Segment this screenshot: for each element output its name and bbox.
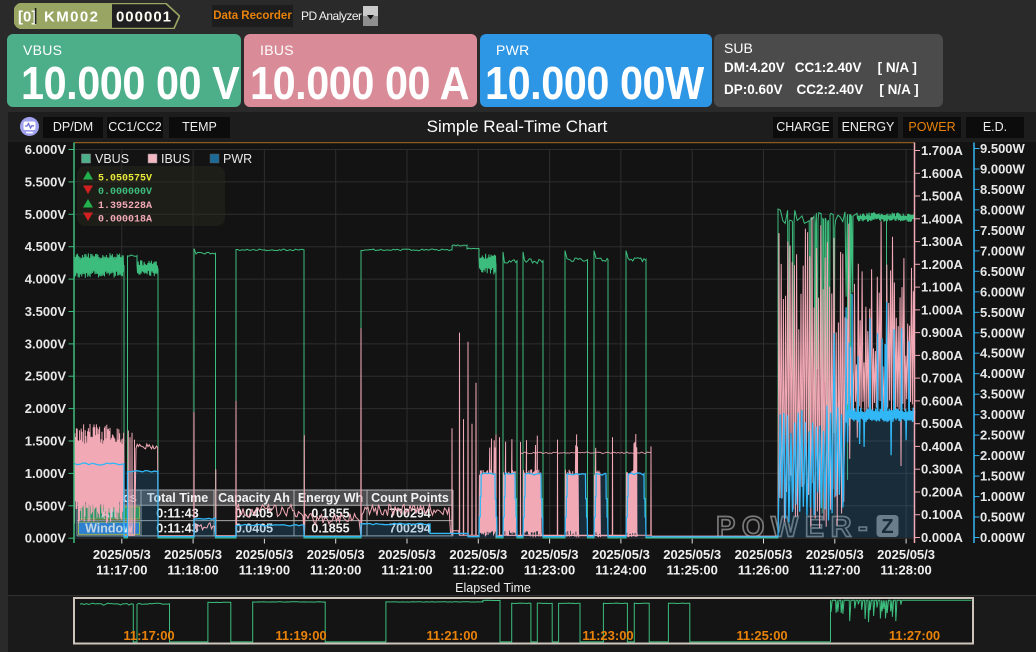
svg-text:0.200A: 0.200A [921,485,964,500]
svg-text:6.000W: 6.000W [980,284,1026,299]
svg-text:2025/05/3: 2025/05/3 [877,547,935,562]
svg-text:0.000000V: 0.000000V [98,187,152,198]
svg-text:11:23:00: 11:23:00 [524,563,575,578]
svg-text:5.050575V: 5.050575V [98,174,152,185]
svg-text:3.500W: 3.500W [980,387,1026,402]
svg-text:2025/05/3: 2025/05/3 [235,547,293,562]
svg-text:0.000018A: 0.000018A [98,215,152,226]
svg-text:1.000W: 1.000W [980,489,1026,504]
svg-text:8.500W: 8.500W [980,182,1026,197]
svg-text:4.000W: 4.000W [980,366,1026,381]
svg-text:11:28:00: 11:28:00 [880,563,931,578]
svg-text:6.000V: 6.000V [25,142,67,157]
svg-text:0.000W: 0.000W [980,530,1026,545]
svg-text:11:21:00: 11:21:00 [426,628,477,643]
svg-text:1.500V: 1.500V [25,434,67,449]
svg-text:1.300A: 1.300A [921,234,964,249]
svg-text:2.500V: 2.500V [25,369,67,384]
svg-text:0.500W: 0.500W [980,510,1026,525]
svg-text:11:25:00: 11:25:00 [667,563,718,578]
svg-text:3.000V: 3.000V [25,336,67,351]
svg-text:0:11:43: 0:11:43 [156,506,198,520]
svg-text:11:25:00: 11:25:00 [736,628,787,643]
svg-text:6.500W: 6.500W [980,264,1026,279]
svg-text:0.100A: 0.100A [921,507,964,522]
svg-text:1.000A: 1.000A [921,302,964,317]
svg-text:11:17:00: 11:17:00 [123,628,174,643]
svg-text:5.000V: 5.000V [25,207,67,222]
svg-text:2025/05/3: 2025/05/3 [663,547,721,562]
svg-text:3.500V: 3.500V [25,304,67,319]
svg-text:0.500A: 0.500A [921,416,964,431]
svg-text:2.000V: 2.000V [25,401,67,416]
svg-text:11:21:00: 11:21:00 [381,563,432,578]
svg-text:1.200A: 1.200A [921,257,964,272]
svg-text:1.500A: 1.500A [921,189,964,204]
svg-text:Capacity Ah: Capacity Ah [218,491,290,505]
svg-text:VBUS: VBUS [95,152,129,166]
svg-text:5.000W: 5.000W [980,325,1026,340]
svg-text:4.500V: 4.500V [25,239,67,254]
svg-text:PWR: PWR [223,152,252,166]
svg-text:0.400A: 0.400A [921,439,964,454]
svg-text:2025/05/3: 2025/05/3 [378,547,436,562]
svg-text:2025/05/3: 2025/05/3 [592,547,650,562]
svg-text:11:18:00: 11:18:00 [167,563,218,578]
svg-text:11:23:00: 11:23:00 [582,628,633,643]
svg-text:KM002: KM002 [44,9,99,26]
svg-text:0.800A: 0.800A [921,348,964,363]
svg-text:7.500W: 7.500W [980,223,1026,238]
svg-text:0.000A: 0.000A [921,530,964,545]
svg-text:2025/05/3: 2025/05/3 [93,547,151,562]
svg-text:IBUS: IBUS [161,152,190,166]
svg-text:1.100A: 1.100A [921,280,964,295]
svg-text:7.000W: 7.000W [980,243,1026,258]
svg-text:11:26:00: 11:26:00 [738,563,789,578]
svg-text:2.500W: 2.500W [980,428,1026,443]
svg-text:11:17:00: 11:17:00 [96,563,147,578]
svg-text:11:20:00: 11:20:00 [310,563,361,578]
svg-text:3.000W: 3.000W [980,407,1026,422]
svg-text:1.000V: 1.000V [25,466,67,481]
svg-text:0.300A: 0.300A [921,462,964,477]
svg-text:000001: 000001 [116,9,172,26]
svg-text:8.000W: 8.000W [980,202,1026,217]
svg-text:2025/05/3: 2025/05/3 [735,547,793,562]
svg-text:2025/05/3: 2025/05/3 [806,547,864,562]
svg-text:11:24:00: 11:24:00 [595,563,646,578]
svg-text:2025/05/3: 2025/05/3 [164,547,222,562]
svg-text:Energy Wh: Energy Wh [298,491,363,505]
svg-text:9.500W: 9.500W [980,142,1026,156]
svg-text:11:27:00: 11:27:00 [809,563,860,578]
svg-text:5.500W: 5.500W [980,305,1026,320]
svg-text:1.700A: 1.700A [921,143,964,158]
svg-text:0.500V: 0.500V [25,498,67,513]
svg-text:4.000V: 4.000V [25,272,67,287]
svg-text:0.600A: 0.600A [921,393,964,408]
svg-text:1.500W: 1.500W [980,469,1026,484]
svg-text:11:27:00: 11:27:00 [889,628,940,643]
svg-text:Count Points: Count Points [371,491,449,505]
svg-text:4.500W: 4.500W [980,346,1026,361]
svg-text:2025/05/3: 2025/05/3 [307,547,365,562]
svg-text:0.900A: 0.900A [921,325,964,340]
svg-text:1.395228A: 1.395228A [98,201,152,212]
svg-text:0:11:43: 0:11:43 [156,522,198,536]
svg-text:11:19:00: 11:19:00 [239,563,290,578]
svg-text:0.000V: 0.000V [25,531,67,546]
svg-text:11:22:00: 11:22:00 [453,563,504,578]
svg-text:2025/05/3: 2025/05/3 [449,547,507,562]
svg-text:1.400A: 1.400A [921,211,964,226]
svg-text:Elapsed Time: Elapsed Time [455,581,531,595]
svg-text:[0]: [0] [18,9,36,26]
svg-text:0.700A: 0.700A [921,371,964,386]
svg-text:1.600A: 1.600A [921,166,964,181]
svg-text:5.500V: 5.500V [25,174,67,189]
svg-text:11:19:00: 11:19:00 [275,628,326,643]
svg-text:9.000W: 9.000W [980,162,1026,177]
svg-text:2.000W: 2.000W [980,448,1026,463]
svg-text:2025/05/3: 2025/05/3 [521,547,579,562]
svg-text:0.1855: 0.1855 [311,522,349,536]
